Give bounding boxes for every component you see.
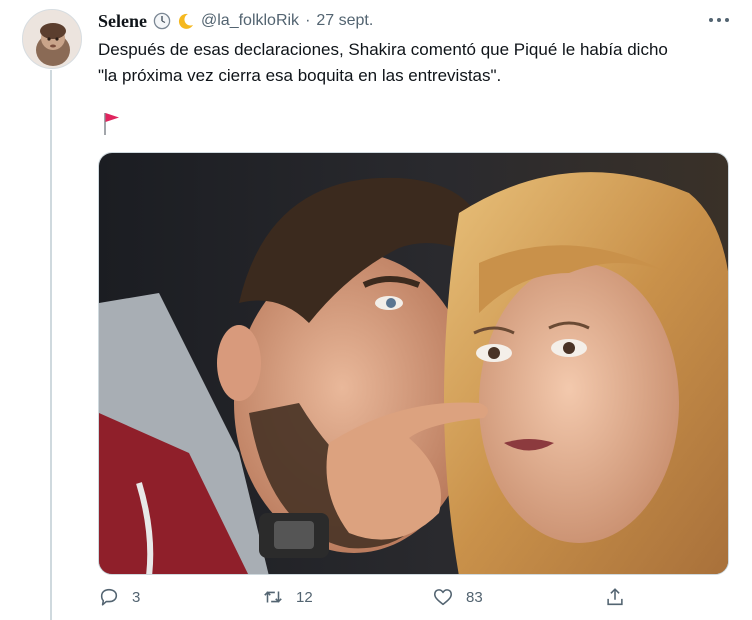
like-button[interactable]: 83 [432, 586, 483, 608]
red-flag-icon [102, 111, 122, 137]
author-handle[interactable]: @la_folkloRik [201, 12, 299, 30]
retweet-icon [264, 591, 282, 603]
avatar[interactable] [22, 9, 82, 69]
tweet-text-line-1: Después de esas declaraciones, Shakira c… [98, 40, 668, 59]
author-name[interactable]: Selene [98, 11, 147, 32]
reply-button[interactable]: 3 [98, 586, 140, 608]
reply-icon [100, 588, 118, 606]
tweet-date[interactable]: 27 sept. [316, 12, 373, 30]
tweet-header: Selene @la_folkloRik · 27 sept. [98, 9, 373, 33]
thread-line [50, 70, 52, 620]
share-button[interactable] [604, 586, 626, 608]
photo-image [99, 153, 728, 574]
tweet-actions: 3 12 83 [98, 586, 728, 616]
tweet-text-line-2: "la próxima vez cierra esa boquita en la… [98, 66, 502, 85]
share-icon [607, 588, 623, 606]
reply-count: 3 [132, 588, 141, 606]
heart-icon [433, 589, 453, 606]
separator-dot: · [305, 12, 311, 29]
more-icon [709, 18, 729, 22]
more-options-button[interactable] [706, 10, 732, 30]
crescent-moon-icon [177, 12, 195, 30]
avatar-image [23, 10, 81, 68]
tweet-text: Después de esas declaraciones, Shakira c… [98, 37, 728, 89]
retweet-button[interactable]: 12 [262, 586, 313, 608]
clock-icon [153, 12, 171, 30]
like-count: 83 [466, 588, 483, 606]
tweet-photo[interactable] [98, 152, 729, 575]
retweet-count: 12 [296, 588, 313, 606]
